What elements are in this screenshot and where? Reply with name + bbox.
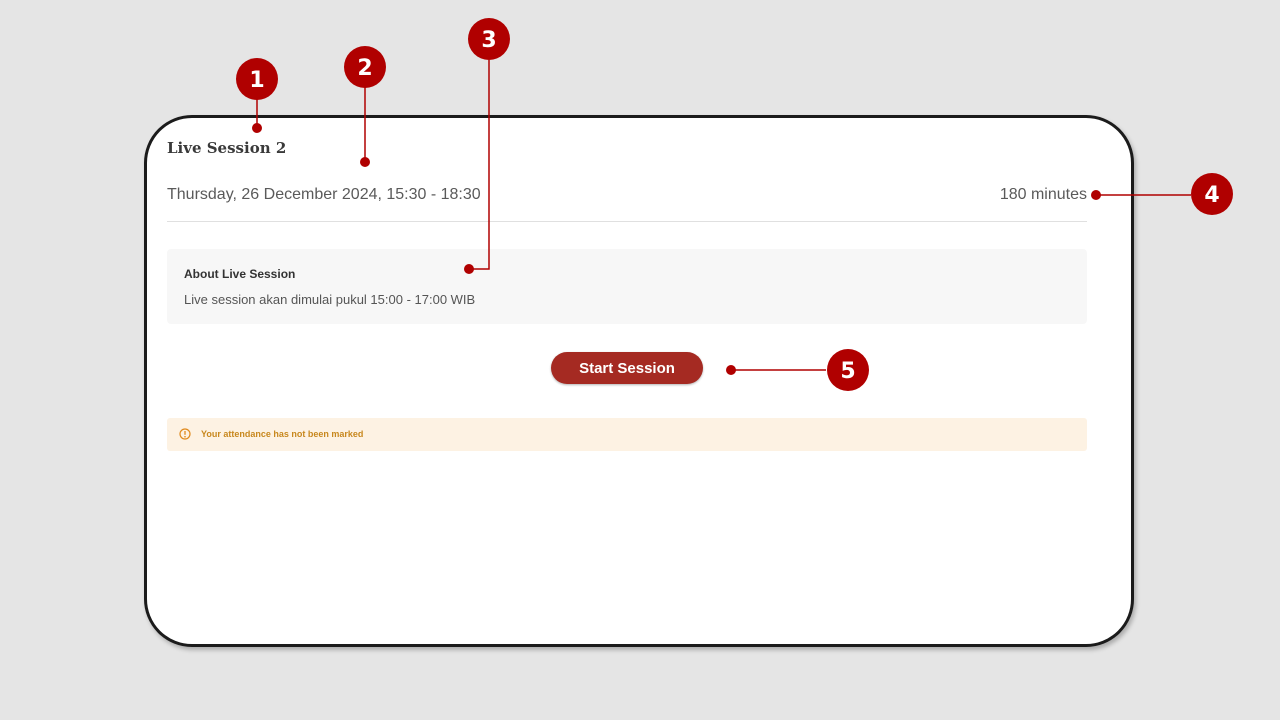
about-description: Live session akan dimulai pukul 15:00 - … — [184, 292, 476, 307]
session-datetime: Thursday, 26 December 2024, 15:30 - 18:3… — [167, 186, 481, 203]
about-heading: About Live Session — [184, 267, 296, 281]
session-title: Live Session 2 — [167, 139, 287, 157]
attendance-alert: Your attendance has not been marked — [167, 418, 1087, 451]
callout-marker-1: 1 — [236, 58, 278, 100]
callout-marker-4: 4 — [1191, 173, 1233, 215]
about-panel: About Live Session Live session akan dim… — [167, 249, 1087, 324]
svg-text:4: 4 — [1204, 183, 1219, 208]
divider — [167, 221, 1087, 222]
attendance-message: Your attendance has not been marked — [201, 429, 364, 439]
callout-marker-3: 3 — [468, 18, 510, 60]
session-duration: 180 minutes — [999, 186, 1087, 203]
svg-text:3: 3 — [481, 28, 496, 53]
start-session-button[interactable]: Start Session — [551, 352, 703, 384]
svg-text:2: 2 — [357, 56, 372, 81]
info-icon — [179, 428, 191, 440]
svg-text:1: 1 — [249, 68, 264, 93]
callout-marker-2: 2 — [344, 46, 386, 88]
